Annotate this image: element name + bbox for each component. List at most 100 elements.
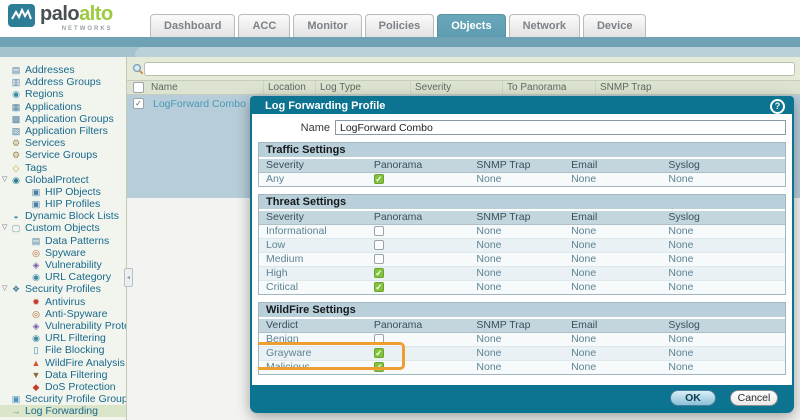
email-value[interactable]: None	[564, 281, 661, 294]
sidebar-item-services[interactable]: ⚙Services	[0, 137, 126, 149]
search-icon	[132, 63, 144, 75]
grayware-panorama-checkbox[interactable]: ✓	[374, 348, 384, 358]
email-value[interactable]: None	[564, 347, 661, 360]
sidebar-item-log-forwarding[interactable]: →Log Forwarding	[0, 405, 126, 417]
ok-button[interactable]: OK	[670, 390, 716, 406]
sidebar-item-security-profiles[interactable]: ▽❖Security Profiles	[0, 283, 126, 295]
globalprotect-icon: ◉	[10, 174, 22, 186]
sidebar-item-file-blocking[interactable]: ▯File Blocking	[0, 344, 126, 356]
email-value[interactable]: None	[564, 253, 661, 266]
dialog-body: Name Traffic SettingsSeverityPanoramaSNM…	[258, 114, 786, 385]
profiles-table-header: NameLocationLog TypeSeverityTo PanoramaS…	[127, 80, 800, 95]
column-header-log-type[interactable]: Log Type	[315, 81, 410, 94]
column-header-location[interactable]: Location	[263, 81, 315, 94]
snmp-trap-value[interactable]: None	[469, 333, 564, 346]
snmp-trap-value[interactable]: None	[469, 361, 564, 374]
sidebar-item-hip-profiles[interactable]: ▣HIP Profiles	[0, 198, 126, 210]
panorama-cell	[367, 225, 470, 238]
low-panorama-checkbox[interactable]	[374, 240, 384, 250]
column-header-snmp-trap[interactable]: SNMP Trap	[595, 81, 800, 94]
email-value[interactable]: None	[564, 173, 661, 186]
sidebar-item-vulnerability-protection[interactable]: ◈Vulnerability Protection	[0, 320, 126, 332]
sidebar-item-data-filtering[interactable]: ▼Data Filtering	[0, 369, 126, 381]
syslog-value[interactable]: None	[661, 173, 785, 186]
snmp-trap-value[interactable]: None	[469, 173, 564, 186]
sidebar-item-spyware[interactable]: ◎Spyware	[0, 247, 126, 259]
syslog-value[interactable]: None	[661, 347, 785, 360]
email-value[interactable]: None	[564, 225, 661, 238]
sidebar-item-addresses[interactable]: ▤Addresses	[0, 64, 126, 76]
sidebar-item-anti-spyware[interactable]: ◎Anti-Spyware	[0, 308, 126, 320]
high-panorama-checkbox[interactable]: ✓	[374, 268, 384, 278]
syslog-value[interactable]: None	[661, 333, 785, 346]
sidebar-item-antivirus[interactable]: ✹Antivirus	[0, 296, 126, 308]
sidebar-item-hip-objects[interactable]: ▣HIP Objects	[0, 186, 126, 198]
profile-name-link[interactable]: LogForward Combo	[147, 98, 246, 110]
benign-panorama-checkbox[interactable]	[374, 334, 384, 344]
sidebar-collapse-handle[interactable]: ◂	[124, 268, 133, 287]
section-threat-settings: Threat SettingsSeverityPanoramaSNMP Trap…	[258, 194, 786, 295]
critical-panorama-checkbox[interactable]: ✓	[374, 282, 384, 292]
sidebar-item-dos-protection[interactable]: ◆DoS Protection	[0, 381, 126, 393]
cancel-button[interactable]: Cancel	[730, 390, 778, 406]
tab-objects[interactable]: Objects	[437, 14, 505, 37]
syslog-value[interactable]: None	[661, 361, 785, 374]
help-icon[interactable]: ?	[770, 99, 785, 114]
syslog-value[interactable]: None	[661, 281, 785, 294]
snmp-trap-value[interactable]: None	[469, 267, 564, 280]
column-header-name[interactable]: Name	[147, 81, 263, 94]
sidebar-item-url-category[interactable]: ◉URL Category	[0, 271, 126, 283]
tab-network[interactable]: Network	[509, 14, 580, 37]
expand-triangle-icon[interactable]: ▽	[2, 222, 7, 234]
sidebar-item-label: Address Groups	[25, 76, 101, 88]
sidebar-item-service-groups[interactable]: ⚙Service Groups	[0, 149, 126, 161]
snmp-trap-value[interactable]: None	[469, 225, 564, 238]
sidebar-item-applications[interactable]: ▦Applications	[0, 101, 126, 113]
snmp-trap-value[interactable]: None	[469, 253, 564, 266]
sidebar-item-data-patterns[interactable]: ▤Data Patterns	[0, 235, 126, 247]
select-all-checkbox[interactable]	[133, 82, 144, 93]
column-header-to-panorama[interactable]: To Panorama	[502, 81, 595, 94]
sidebar-item-globalprotect[interactable]: ▽◉GlobalProtect	[0, 174, 126, 186]
syslog-value[interactable]: None	[661, 225, 785, 238]
email-value[interactable]: None	[564, 333, 661, 346]
sidebar-item-dynamic-block-lists[interactable]: ◒Dynamic Block Lists	[0, 210, 126, 222]
expand-triangle-icon[interactable]: ▽	[2, 174, 7, 186]
sidebar-item-custom-objects[interactable]: ▽▢Custom Objects	[0, 222, 126, 234]
sidebar-item-label: Security Profile Groups	[25, 393, 127, 405]
profile-name-input[interactable]	[335, 120, 786, 135]
email-value[interactable]: None	[564, 361, 661, 374]
tab-dashboard[interactable]: Dashboard	[150, 14, 235, 37]
sidebar-item-vulnerability[interactable]: ◈Vulnerability	[0, 259, 126, 271]
sidebar-item-wildfire-analysis[interactable]: ▲WildFire Analysis	[0, 357, 126, 369]
medium-panorama-checkbox[interactable]	[374, 254, 384, 264]
column-header-snmp-trap: SNMP Trap	[469, 211, 564, 224]
row-checkbox[interactable]: ✓	[133, 98, 144, 109]
sidebar-item-url-filtering[interactable]: ◉URL Filtering	[0, 332, 126, 344]
malicious-panorama-checkbox[interactable]: ✓	[374, 362, 384, 372]
snmp-trap-value[interactable]: None	[469, 347, 564, 360]
sidebar-item-address-groups[interactable]: ▥Address Groups	[0, 76, 126, 88]
sidebar-item-security-profile-groups[interactable]: ▣Security Profile Groups	[0, 393, 126, 405]
sidebar-item-application-filters[interactable]: ▧Application Filters	[0, 125, 126, 137]
tab-monitor[interactable]: Monitor	[293, 14, 361, 37]
sidebar-item-regions[interactable]: ◉Regions	[0, 88, 126, 100]
tab-policies[interactable]: Policies	[365, 14, 435, 37]
snmp-trap-value[interactable]: None	[469, 281, 564, 294]
column-header-severity[interactable]: Severity	[410, 81, 502, 94]
tab-device[interactable]: Device	[583, 14, 646, 37]
any-panorama-checkbox[interactable]: ✓	[374, 174, 384, 184]
expand-triangle-icon[interactable]: ▽	[2, 283, 7, 295]
syslog-value[interactable]: None	[661, 267, 785, 280]
email-value[interactable]: None	[564, 239, 661, 252]
tab-acc[interactable]: ACC	[238, 14, 290, 37]
informational-panorama-checkbox[interactable]	[374, 226, 384, 236]
syslog-value[interactable]: None	[661, 239, 785, 252]
sidebar-item-tags[interactable]: ◇Tags	[0, 162, 126, 174]
column-header-syslog: Syslog	[661, 159, 785, 172]
snmp-trap-value[interactable]: None	[469, 239, 564, 252]
search-input[interactable]	[144, 62, 795, 76]
syslog-value[interactable]: None	[661, 253, 785, 266]
email-value[interactable]: None	[564, 267, 661, 280]
sidebar-item-application-groups[interactable]: ▩Application Groups	[0, 113, 126, 125]
